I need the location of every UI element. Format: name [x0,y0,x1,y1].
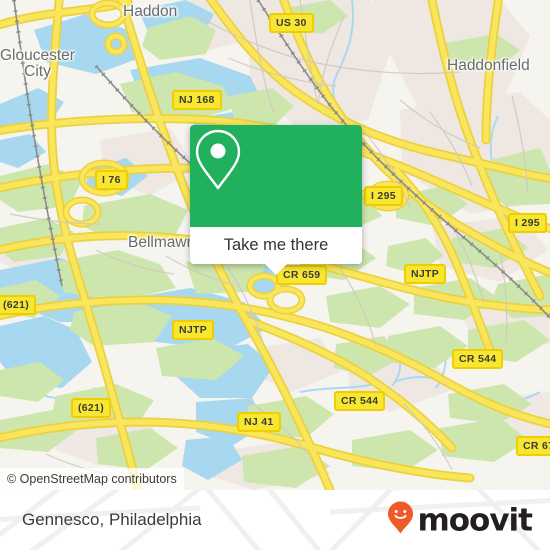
road-shield-cr-67[interactable]: CR 67 [516,436,550,456]
road-shield-cr-544-b[interactable]: CR 544 [334,391,386,411]
road-shield-njtp-b[interactable]: NJTP [172,320,215,340]
shield-label: CR 544 [341,394,379,407]
shield-label: I 295 [371,189,396,202]
osm-attribution-text: © OpenStreetMap contributors [7,472,177,486]
road-shield-us-30[interactable]: US 30 [269,13,314,33]
road-shield-621-a[interactable]: (621) [0,295,37,315]
shield-label: NJTP [179,323,208,336]
place-label-text: Haddonfield [447,57,530,74]
map-canvas[interactable]: Haddon Gloucester City Haddonfield Bellm… [0,0,550,490]
take-me-there-label: Take me there [223,236,329,254]
road-shield-cr-544-a[interactable]: CR 544 [452,349,504,369]
shield-label: (621) [3,298,30,311]
shield-label: CR 67 [523,439,550,452]
shield-label: CR 659 [283,268,321,281]
shield-label: NJTP [411,267,440,280]
road-shield-i-295-a[interactable]: I 295 [364,186,403,206]
place-label-text: Bellmawr [128,234,192,251]
popup-card-action[interactable]: Take me there [190,227,362,275]
popup-card-pointer [265,264,287,275]
road-shield-i-295-b[interactable]: I 295 [508,213,547,233]
road-shield-njtp-a[interactable]: NJTP [404,264,447,284]
shield-label: NJ 41 [244,415,274,428]
road-shield-i-76[interactable]: I 76 [95,170,128,190]
shield-label: CR 544 [459,352,497,365]
place-label-gloucester-city: Gloucester City [0,47,75,81]
page-title: Gennesco, Philadelphia [22,510,202,530]
place-label-bellmawr: Bellmawr [128,234,192,252]
shield-label: I 76 [102,173,121,186]
page-title-text: Gennesco, Philadelphia [22,510,202,529]
place-label-text: Haddon [123,3,178,20]
popup-card-header [190,125,362,227]
place-label-text: City [24,63,51,81]
shield-label: US 30 [276,16,307,29]
place-label-text: Gloucester [0,47,75,64]
moovit-brand[interactable]: moovit [387,501,533,540]
road-shield-621-b[interactable]: (621) [71,398,112,418]
place-label-haddon: Haddon [123,3,178,20]
shield-label: NJ 168 [179,93,215,106]
osm-attribution[interactable]: © OpenStreetMap contributors [0,468,184,490]
moovit-smiley-pin-icon [387,501,414,540]
place-label-haddonfield: Haddonfield [447,57,530,75]
moovit-map-screenshot: Haddon Gloucester City Haddonfield Bellm… [0,0,550,550]
road-shield-nj-168[interactable]: NJ 168 [172,90,222,110]
road-shield-nj-41[interactable]: NJ 41 [237,412,281,432]
shield-label: (621) [78,401,105,414]
moovit-wordmark: moovit [417,502,533,538]
shield-label: I 295 [515,216,540,229]
bottom-bar: Gennesco, Philadelphia moovit [0,490,550,550]
location-popup-card[interactable]: Take me there [190,125,362,275]
